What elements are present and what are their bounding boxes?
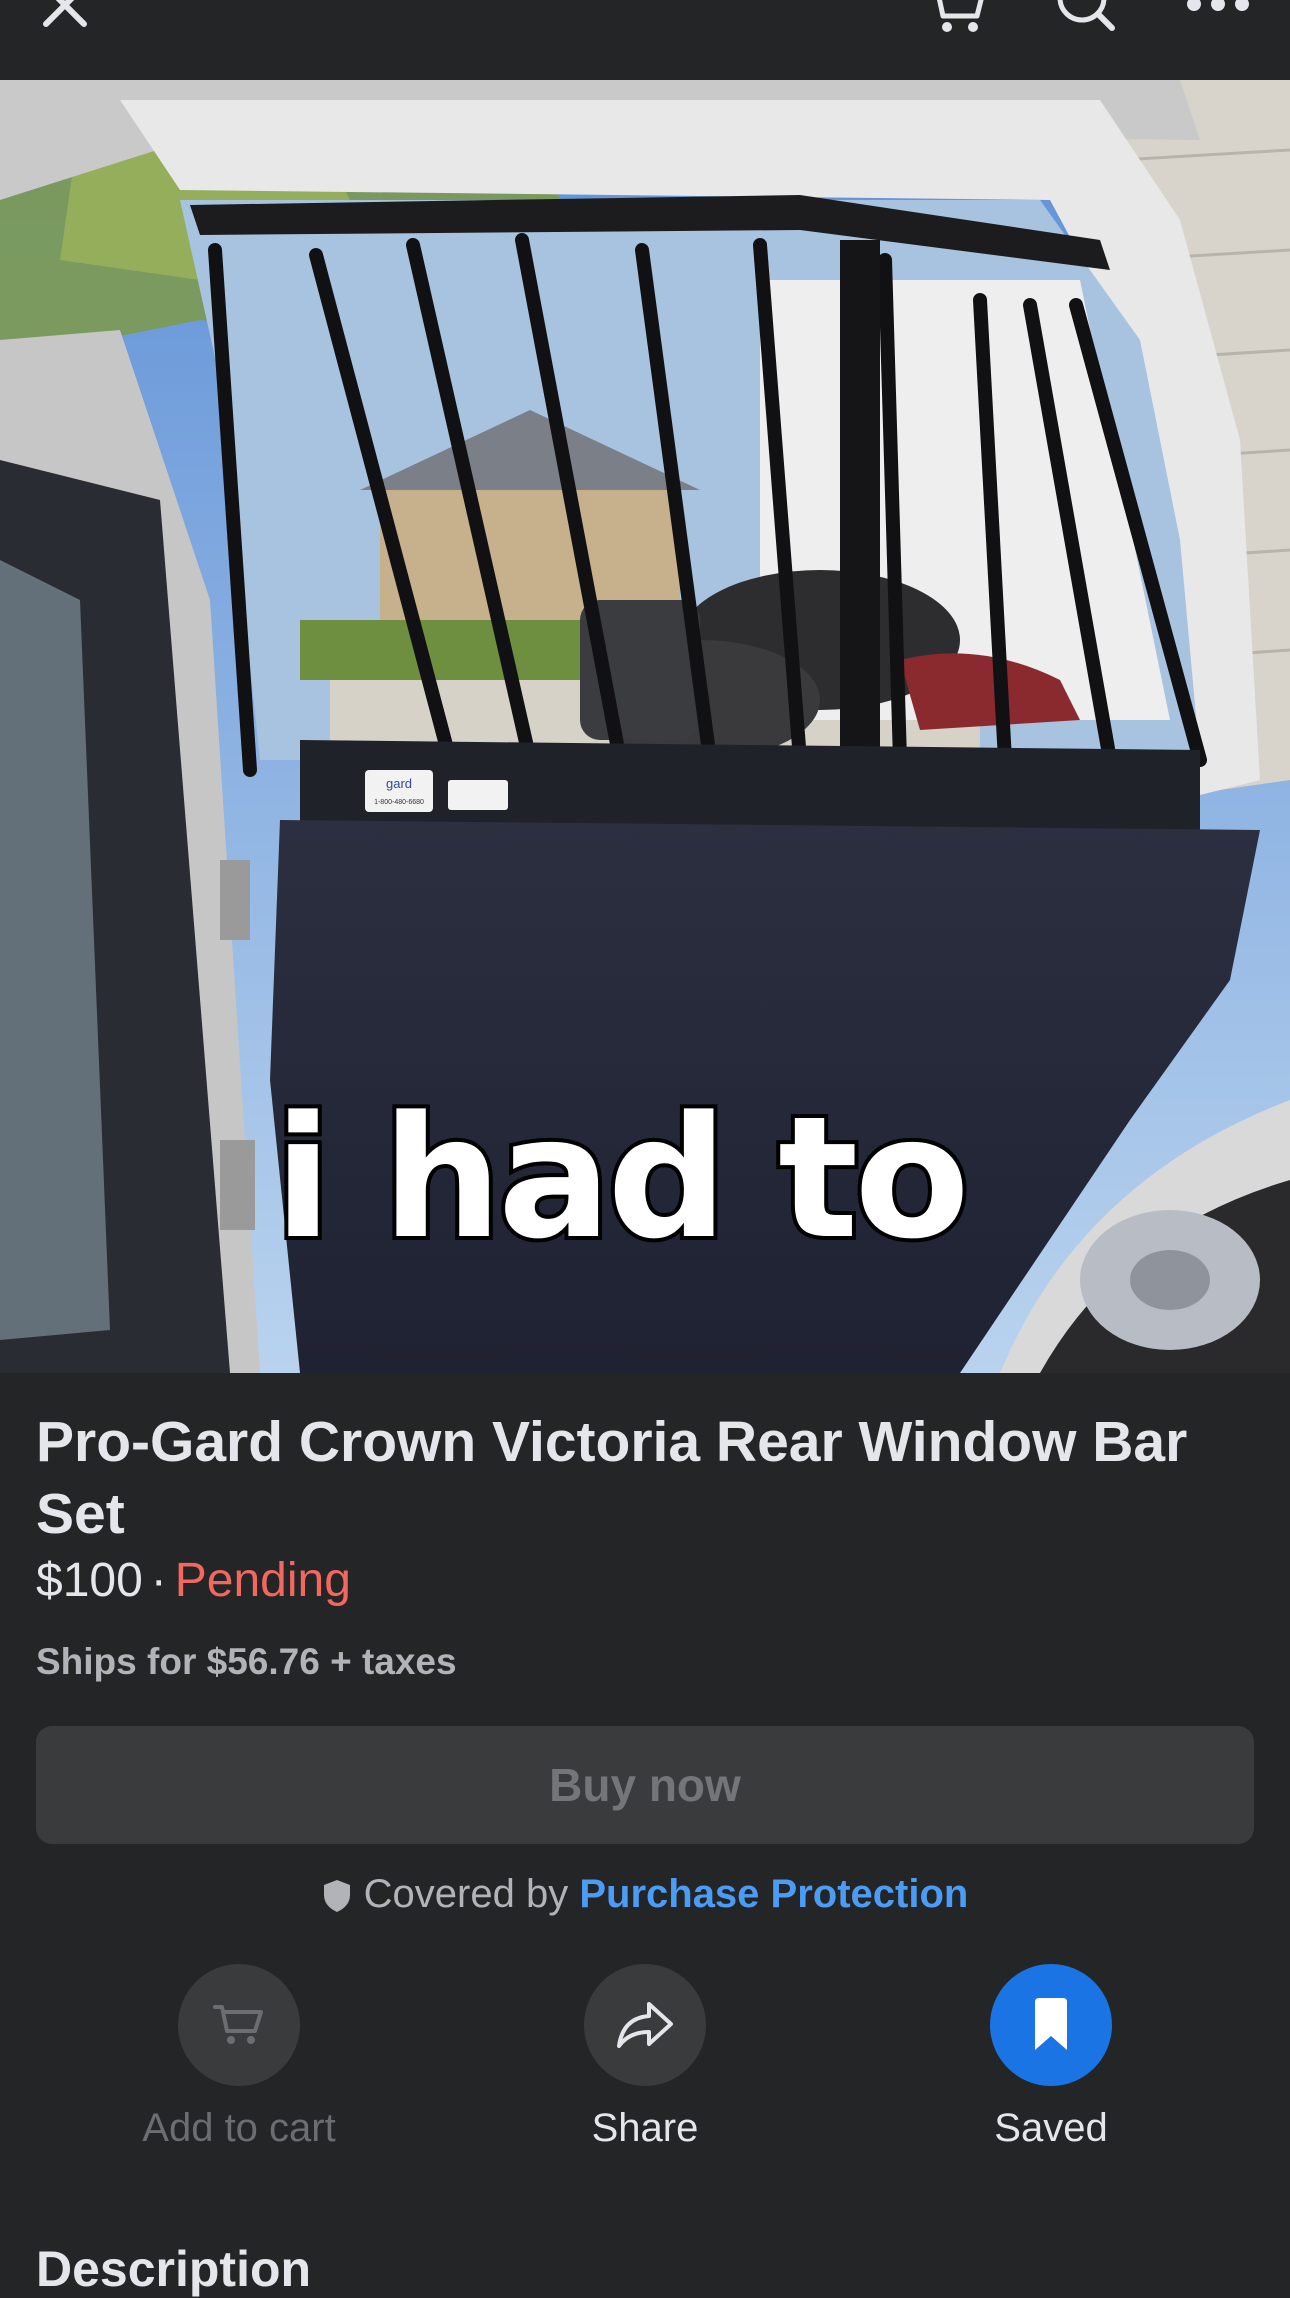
share-arrow-icon <box>617 2002 673 2048</box>
protection-prefix: Covered by <box>363 1872 569 1916</box>
product-photo[interactable]: gard 1-800-480-6680 i had to <box>0 80 1290 1373</box>
purchase-protection-link[interactable]: Purchase Protection <box>579 1872 968 1916</box>
saved-circle[interactable] <box>990 1964 1112 2086</box>
add-to-cart-label: Add to cart <box>142 2106 336 2150</box>
close-icon[interactable] <box>40 0 100 30</box>
bookmark-icon <box>1035 1998 1067 2050</box>
sticker-brand-text: gard <box>386 776 412 791</box>
status-badge: Pending <box>174 1554 351 1607</box>
price-separator: · <box>150 1554 167 1607</box>
add-to-cart-circle[interactable] <box>178 1964 300 2086</box>
buy-now-button[interactable]: Buy now <box>36 1726 1254 1844</box>
shipping-info: Ships for $56.76 + taxes <box>36 1641 457 1682</box>
price-line: $100 · Pending <box>36 1553 351 1608</box>
cart-icon[interactable] <box>925 0 991 36</box>
more-horizontal-icon[interactable] <box>1182 0 1254 16</box>
cart-icon <box>213 2005 263 2044</box>
search-icon[interactable] <box>1050 0 1122 36</box>
listing-title: Pro-Gard Crown Victoria Rear Window Bar … <box>36 1410 1188 1546</box>
price: $100 <box>36 1554 143 1607</box>
share-label: Share <box>591 2106 699 2150</box>
purchase-protection: Covered by Purchase Protection <box>0 1872 1290 1917</box>
meme-caption: i had to <box>270 1076 974 1280</box>
description-heading: Description <box>36 2241 312 2297</box>
share-circle[interactable] <box>584 1964 706 2086</box>
top-bar <box>0 0 1290 80</box>
shield-icon <box>323 1880 350 1912</box>
saved-label: Saved <box>994 2106 1108 2150</box>
add-to-cart-button[interactable]: Add to cart <box>109 1964 369 2151</box>
share-button[interactable]: Share <box>515 1964 775 2151</box>
sticker-phone-text: 1-800-480-6680 <box>374 799 424 806</box>
saved-button[interactable]: Saved <box>921 1964 1181 2151</box>
